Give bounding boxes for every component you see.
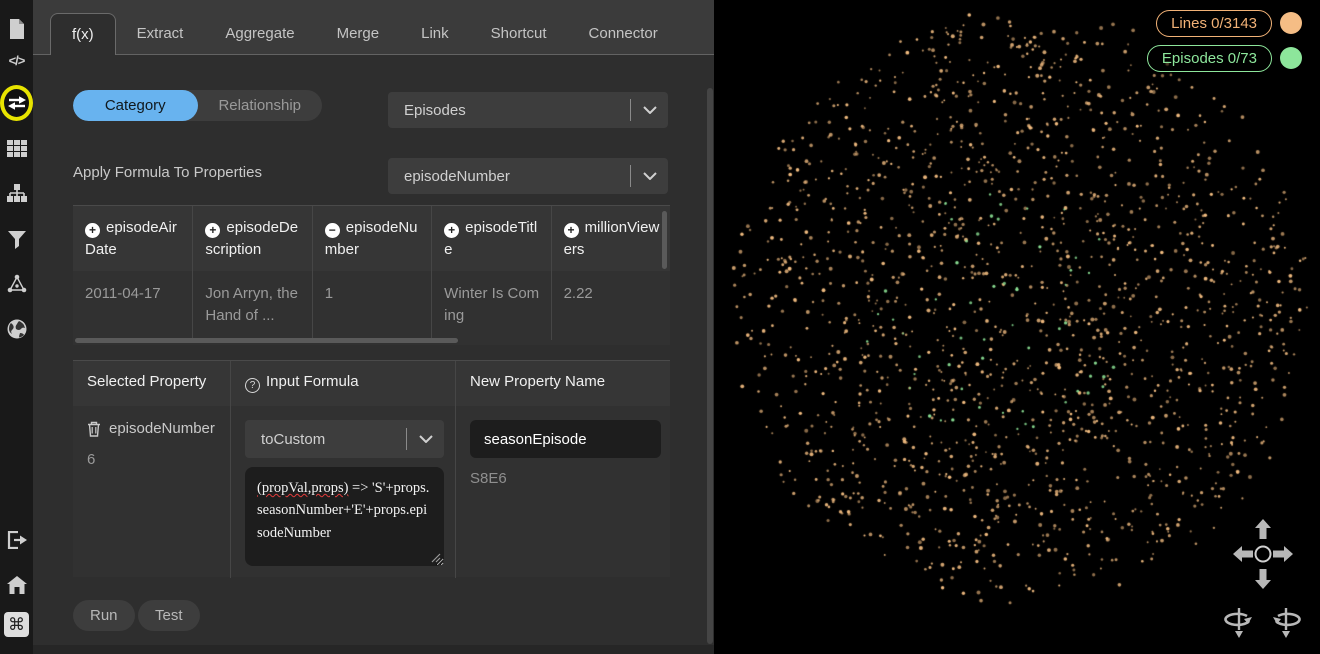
chevron-down-icon [406, 428, 444, 450]
cell-episode-number: 1 [312, 271, 431, 340]
hierarchy-icon[interactable] [0, 177, 33, 210]
category-select-value: Episodes [388, 102, 630, 119]
logout-icon[interactable] [0, 523, 33, 556]
toggle-relationship[interactable]: Relationship [198, 90, 323, 121]
chevron-down-icon [630, 99, 668, 121]
episodes-color-dot[interactable] [1280, 47, 1302, 69]
resize-grip-icon[interactable] [431, 553, 441, 563]
remove-property-icon[interactable]: − [325, 223, 340, 238]
rotate-left-icon[interactable] [1224, 606, 1254, 638]
formula-args: (propVal,props) [257, 480, 348, 496]
column-header[interactable]: +millionViewers [551, 206, 670, 271]
tab-merge[interactable]: Merge [316, 13, 401, 54]
add-property-icon[interactable]: + [205, 223, 220, 238]
network-icon[interactable] [0, 267, 33, 300]
lines-color-dot[interactable] [1280, 12, 1302, 34]
left-icon-sidebar: </> [0, 0, 33, 654]
tab-aggregate[interactable]: Aggregate [204, 13, 315, 54]
property-select[interactable]: episodeNumber [388, 158, 668, 194]
column-header[interactable]: +episodeDescription [192, 206, 311, 271]
category-select[interactable]: Episodes [388, 92, 668, 128]
properties-preview-table: +episodeAirDate +episodeDescription −epi… [73, 205, 670, 345]
add-property-icon[interactable]: + [564, 223, 579, 238]
new-property-name-header: New Property Name [455, 361, 670, 406]
category-relationship-toggle: Category Relationship [73, 90, 322, 121]
apply-formula-label: Apply Formula To Properties [73, 164, 262, 181]
active-highlight-ring [0, 85, 33, 121]
selected-property-header: Selected Property [73, 361, 230, 406]
pan-up-arrow[interactable] [1255, 519, 1271, 539]
new-property-preview: S8E6 [470, 470, 658, 487]
add-property-icon[interactable]: + [85, 223, 100, 238]
trash-icon[interactable] [87, 421, 101, 437]
formula-table-body: episodeNumber 6 toCustom (propVal,props)… [73, 406, 670, 578]
graph-viewport: Lines 0/3143 Episodes 0/73 [714, 0, 1320, 654]
chevron-down-icon [630, 165, 668, 187]
selected-property-name: episodeNumber [109, 420, 215, 437]
selected-property-cell: episodeNumber 6 [73, 406, 230, 578]
horizontal-scrollbar[interactable] [75, 338, 458, 343]
add-property-icon[interactable]: + [444, 223, 459, 238]
globe-icon[interactable] [0, 312, 33, 345]
app-window: </> [0, 0, 1320, 654]
transform-swap-icon[interactable] [0, 86, 33, 119]
toggle-category[interactable]: Category [73, 90, 198, 121]
test-button[interactable]: Test [138, 600, 200, 631]
table-icon[interactable] [0, 132, 33, 165]
formula-function-value: toCustom [245, 431, 406, 448]
panel-bottom-strip [33, 645, 714, 654]
preview-table-header: +episodeAirDate +episodeDescription −epi… [73, 206, 670, 271]
pan-right-arrow[interactable] [1273, 546, 1293, 562]
help-icon[interactable]: ? [245, 378, 260, 393]
formula-function-select[interactable]: toCustom [245, 420, 444, 458]
formula-table-header: Selected Property ?Input Formula New Pro… [73, 361, 670, 406]
tab-fx[interactable]: f(x) [50, 13, 116, 55]
tab-extract[interactable]: Extract [116, 13, 205, 54]
file-icon[interactable] [0, 12, 33, 45]
input-formula-header: ?Input Formula [230, 361, 455, 406]
tab-connector[interactable]: Connector [568, 13, 679, 54]
pan-left-arrow[interactable] [1233, 546, 1253, 562]
lines-legend-badge[interactable]: Lines 0/3143 [1156, 10, 1272, 37]
column-header[interactable]: −episodeNumber [312, 206, 431, 271]
node-cloud-canvas[interactable] [714, 0, 1320, 654]
new-property-name-input[interactable] [470, 420, 661, 458]
new-property-cell: S8E6 [455, 406, 670, 578]
formula-panel: f(x) Extract Aggregate Merge Link Shortc… [33, 0, 714, 654]
preview-table-row: 2011-04-17 Jon Arryn, the Hand of ... 1 … [73, 271, 670, 340]
pan-down-arrow[interactable] [1255, 569, 1271, 589]
center-view-button[interactable] [1254, 545, 1272, 563]
tab-link[interactable]: Link [400, 13, 470, 54]
rotate-right-icon[interactable] [1271, 606, 1301, 638]
pan-dpad [1233, 519, 1293, 589]
run-button[interactable]: Run [73, 600, 135, 631]
tab-shortcut[interactable]: Shortcut [470, 13, 568, 54]
input-formula-cell: toCustom (propVal,props) => 'S'+props.se… [230, 406, 455, 578]
column-header[interactable]: +episodeAirDate [73, 206, 192, 271]
code-icon[interactable]: </> [0, 44, 33, 77]
filter-icon[interactable] [0, 223, 33, 256]
home-icon[interactable] [0, 568, 33, 601]
column-header[interactable]: +episodeTitle [431, 206, 550, 271]
panel-scrollbar[interactable] [707, 88, 713, 644]
formula-code-textarea[interactable]: (propVal,props) => 'S'+props.seasonNumbe… [245, 467, 444, 566]
cell-episode-air-date: 2011-04-17 [73, 271, 192, 340]
command-icon[interactable]: ⌘ [0, 608, 33, 641]
episodes-legend-badge[interactable]: Episodes 0/73 [1147, 45, 1272, 72]
cell-episode-title: Winter Is Coming [431, 271, 550, 340]
tool-tabs: f(x) Extract Aggregate Merge Link Shortc… [33, 0, 714, 55]
cell-episode-description: Jon Arryn, the Hand of ... [192, 271, 311, 340]
formula-editor-table: Selected Property ?Input Formula New Pro… [73, 360, 670, 577]
selected-property-sample: 6 [87, 451, 218, 468]
vertical-scrollbar[interactable] [662, 211, 667, 269]
cell-million-viewers: 2.22 [551, 271, 670, 340]
property-select-value: episodeNumber [388, 168, 630, 185]
